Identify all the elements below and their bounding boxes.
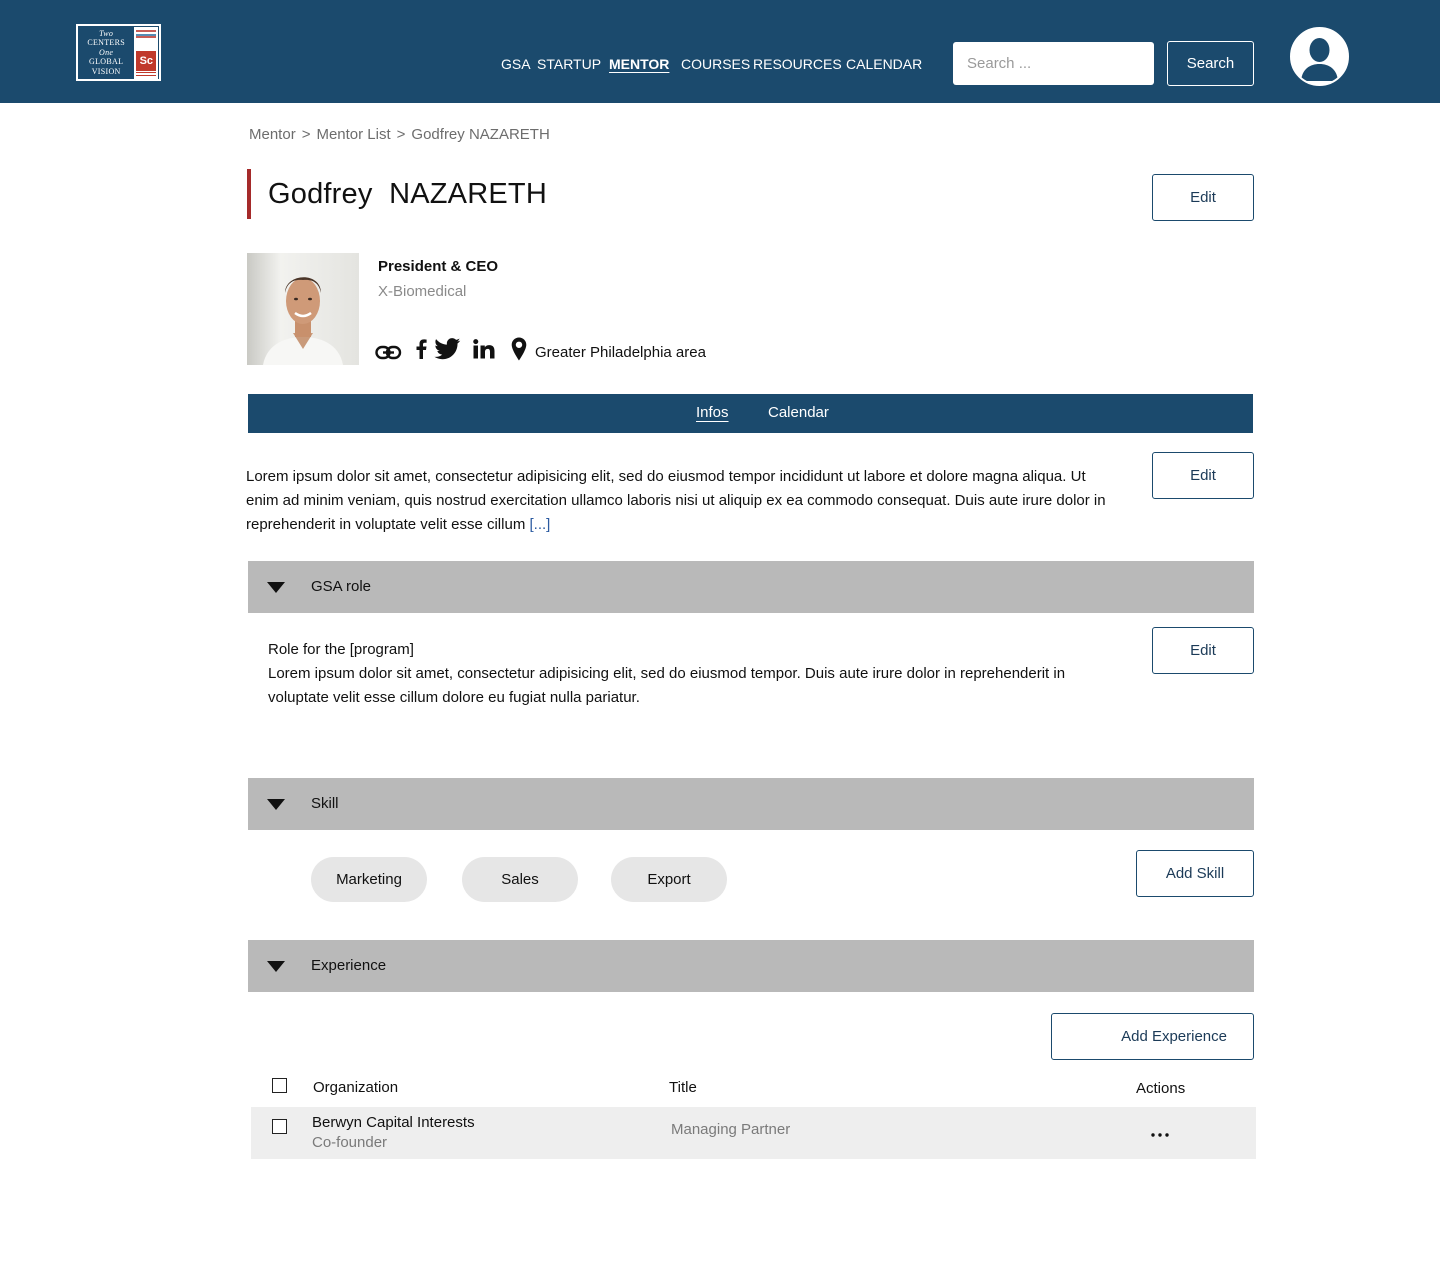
add-skill-button[interactable]: Add Skill <box>1136 850 1254 897</box>
column-header-title: Title <box>669 1079 697 1096</box>
logo-badge-text: Sc <box>136 51 157 71</box>
breadcrumb-mentor[interactable]: Mentor <box>249 126 296 143</box>
logo-text: Two CENTERS One GLOBAL VISION <box>78 26 134 79</box>
top-navbar: Two CENTERS One GLOBAL VISION Sc GSA STA… <box>0 0 1440 103</box>
profile-photo <box>247 253 359 365</box>
nav-courses[interactable]: COURSES <box>681 56 750 72</box>
nav-mentor[interactable]: MENTOR <box>609 56 669 72</box>
skill-chip[interactable]: Marketing <box>311 857 427 902</box>
add-experience-button[interactable]: Add Experience <box>1051 1013 1254 1060</box>
edit-profile-button[interactable]: Edit <box>1152 174 1254 221</box>
nav-calendar[interactable]: CALENDAR <box>846 56 922 72</box>
cell-title: Managing Partner <box>671 1121 791 1138</box>
link-icon[interactable] <box>375 345 402 360</box>
edit-bio-button[interactable]: Edit <box>1152 452 1254 499</box>
cell-organization: Berwyn Capital Interests <box>312 1114 475 1131</box>
column-header-actions: Actions <box>1136 1080 1186 1097</box>
select-all-checkbox[interactable] <box>272 1078 287 1093</box>
logo-stripes <box>136 30 157 40</box>
skill-chip[interactable]: Sales <box>462 857 578 902</box>
linkedin-icon[interactable] <box>473 339 495 359</box>
breadcrumb-mentor-list[interactable]: Mentor List <box>316 126 390 143</box>
gsa-role-section-header[interactable]: GSA role <box>248 561 1254 613</box>
breadcrumb-separator: > <box>396 126 406 143</box>
breadcrumb-separator: > <box>301 126 311 143</box>
user-silhouette-icon <box>1292 29 1347 84</box>
nav-resources[interactable]: RESOURCES <box>753 56 842 72</box>
gsa-role-program: Role for the [program] <box>268 641 414 658</box>
nav-gsa[interactable]: GSA <box>501 56 531 72</box>
search-input[interactable] <box>953 42 1154 85</box>
cell-organization-role: Co-founder <box>312 1134 388 1151</box>
site-logo[interactable]: Two CENTERS One GLOBAL VISION Sc <box>76 24 161 81</box>
facebook-icon[interactable] <box>416 339 427 359</box>
edit-gsa-role-button[interactable]: Edit <box>1152 627 1254 674</box>
job-title: President & CEO <box>378 258 499 275</box>
search-button[interactable]: Search <box>1167 41 1254 86</box>
collapse-triangle-icon <box>267 582 285 593</box>
logo-sub-stripes <box>136 72 157 78</box>
logo-line-2: CENTERS <box>87 38 125 48</box>
skill-chip[interactable]: Export <box>611 857 727 902</box>
experience-heading: Experience <box>311 957 387 974</box>
row-checkbox[interactable] <box>272 1119 287 1134</box>
gsa-role-description: Lorem ipsum dolor sit amet, consectetur … <box>268 665 1066 706</box>
logo-line-5: VISION <box>91 66 121 76</box>
gsa-role-text: Role for the [program] Lorem ipsum dolor… <box>268 638 1113 710</box>
bio-text: Lorem ipsum dolor sit amet, consectetur … <box>246 465 1106 537</box>
location-text: Greater Philadelphia area <box>535 344 706 361</box>
profile-tabs: Infos Calendar <box>248 394 1253 433</box>
breadcrumb-current: Godfrey NAZARETH <box>411 126 550 143</box>
page-title: Godfrey NAZARETH <box>268 178 547 210</box>
column-header-organization: Organization <box>313 1079 399 1096</box>
logo-badge: Sc <box>134 27 158 80</box>
skill-section-header[interactable]: Skill <box>248 778 1254 830</box>
logo-line-3: One <box>99 47 114 57</box>
title-accent-bar <box>247 169 251 219</box>
collapse-triangle-icon <box>267 799 285 810</box>
nav-startup[interactable]: STARTUP <box>537 56 601 72</box>
user-avatar-icon[interactable] <box>1290 27 1349 86</box>
collapse-triangle-icon <box>267 961 285 972</box>
more-actions-icon[interactable] <box>1150 1122 1170 1138</box>
logo-line-1: Two <box>99 28 114 38</box>
skill-heading: Skill <box>311 795 339 812</box>
experience-section-header[interactable]: Experience <box>248 940 1254 992</box>
logo-line-4: GLOBAL <box>89 57 124 67</box>
twitter-icon[interactable] <box>434 338 461 360</box>
company-name: X-Biomedical <box>378 283 467 300</box>
tab-calendar[interactable]: Calendar <box>768 404 829 421</box>
tab-infos[interactable]: Infos <box>696 404 729 421</box>
bio-body: Lorem ipsum dolor sit amet, consectetur … <box>246 468 1106 533</box>
read-more-link[interactable]: [...] <box>529 516 550 533</box>
gsa-role-heading: GSA role <box>311 578 372 595</box>
map-pin-icon <box>511 337 527 361</box>
breadcrumb: Mentor > Mentor List > Godfrey NAZARETH <box>249 126 550 143</box>
